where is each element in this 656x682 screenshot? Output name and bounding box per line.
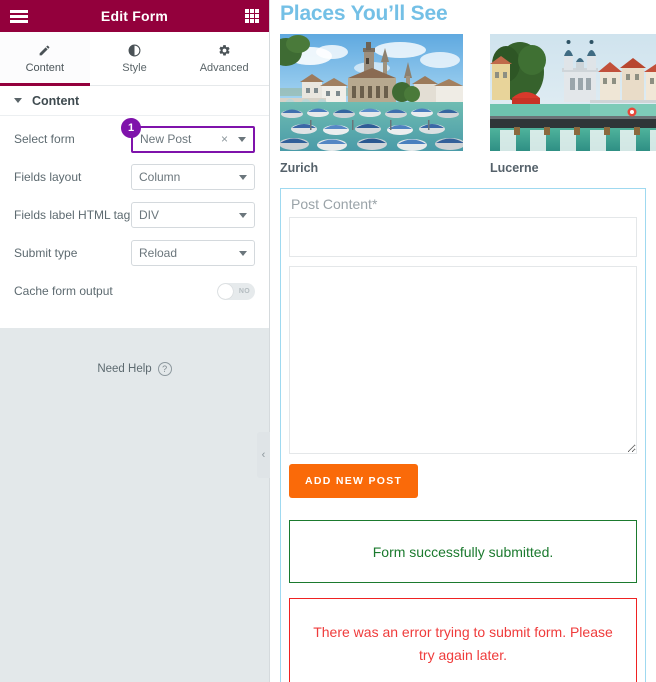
post-form-widget: Post Content* ADD NEW POST Form successf… (280, 188, 646, 682)
page-title: Places You’ll See (280, 2, 448, 25)
places-card-list: Zurich Lucerne (280, 34, 656, 175)
fields-label-html-tag-label: Fields label HTML tag (14, 208, 131, 222)
content-section-header[interactable]: Content (0, 86, 269, 116)
chevron-left-icon: ‹ (261, 448, 266, 461)
fields-label-html-tag-dropdown[interactable]: DIV (131, 202, 255, 228)
lucerne-river-weir-photo (490, 34, 656, 151)
post-title-input[interactable] (289, 217, 637, 257)
zurich-lake-boats-photo (280, 34, 463, 151)
need-help[interactable]: Need Help ? (0, 362, 269, 376)
toggle-state-label: NO (238, 287, 250, 295)
gear-icon (218, 43, 231, 58)
tab-style-label: Style (122, 62, 147, 74)
cache-form-output-toggle[interactable]: NO (217, 282, 255, 300)
toggle-knob (218, 283, 233, 299)
close-icon[interactable]: × (221, 132, 228, 146)
caret-down-icon (14, 98, 22, 103)
post-content-textarea[interactable] (289, 266, 637, 454)
submit-type-value: Reload (139, 246, 178, 260)
control-row-submit-type: Submit type Reload (14, 234, 255, 272)
add-new-post-button[interactable]: ADD NEW POST (289, 464, 419, 498)
question-circle-icon[interactable]: ? (157, 362, 172, 376)
app-window: Edit Form Content Style Advanced Content… (0, 0, 656, 682)
form-success-message: Form successfully submitted. (289, 520, 637, 583)
form-error-message: There was an error trying to submit form… (289, 598, 637, 682)
caret-down-icon (239, 174, 247, 180)
grid-icon[interactable] (245, 9, 259, 23)
hamburger-icon[interactable] (10, 9, 28, 23)
pencil-icon (38, 43, 51, 58)
submit-type-dropdown[interactable]: Reload (131, 240, 255, 266)
content-section-title: Content (32, 93, 80, 108)
fields-layout-label: Fields layout (14, 170, 82, 184)
post-content-field-label: Post Content* (291, 196, 378, 212)
control-row-select-form: Select form 1 New Post × (14, 118, 255, 158)
control-row-fields-layout: Fields layout Column (14, 158, 255, 196)
place-card-lucerne: Lucerne (490, 34, 656, 175)
caret-down-icon (238, 136, 246, 142)
cache-form-output-label: Cache form output (14, 284, 113, 298)
tab-content[interactable]: Content (0, 32, 90, 86)
fields-layout-dropdown[interactable]: Column (131, 164, 255, 190)
place-card-zurich: Zurich (280, 34, 463, 175)
select-form-label: Select form (14, 132, 75, 146)
tab-advanced-label: Advanced (199, 62, 249, 74)
need-help-label: Need Help (97, 363, 152, 375)
panel-collapse-handle[interactable]: ‹ (257, 432, 270, 478)
caret-down-icon (239, 250, 247, 256)
panel-title: Edit Form (100, 8, 169, 24)
tab-content-label: Content (25, 62, 65, 74)
tab-advanced[interactable]: Advanced (179, 32, 270, 85)
page-preview: Places You’ll See Zurich Lucerne Post Co… (270, 0, 656, 682)
panel-tabs: Content Style Advanced (0, 32, 270, 86)
panel-content-end (0, 320, 269, 328)
select-form-dropdown[interactable]: New Post × (131, 125, 255, 153)
editor-panel: Edit Form Content Style Advanced Content… (0, 0, 270, 682)
fields-label-html-tag-value: DIV (139, 208, 160, 222)
control-row-cache-form-output: Cache form output NO (14, 272, 255, 310)
panel-header: Edit Form (0, 0, 269, 32)
step-badge-1: 1 (121, 118, 141, 138)
select-form-value: New Post (140, 132, 192, 146)
caret-down-icon (239, 212, 247, 218)
place-caption-zurich: Zurich (280, 161, 319, 175)
controls-list: Select form 1 New Post × Fields layout C… (0, 116, 269, 320)
fields-layout-value: Column (139, 170, 181, 184)
place-caption-lucerne: Lucerne (490, 161, 539, 175)
contrast-icon (128, 43, 141, 58)
tab-style[interactable]: Style (89, 32, 180, 85)
submit-type-label: Submit type (14, 246, 78, 260)
control-row-fields-label-tag: Fields label HTML tag DIV (14, 196, 255, 234)
